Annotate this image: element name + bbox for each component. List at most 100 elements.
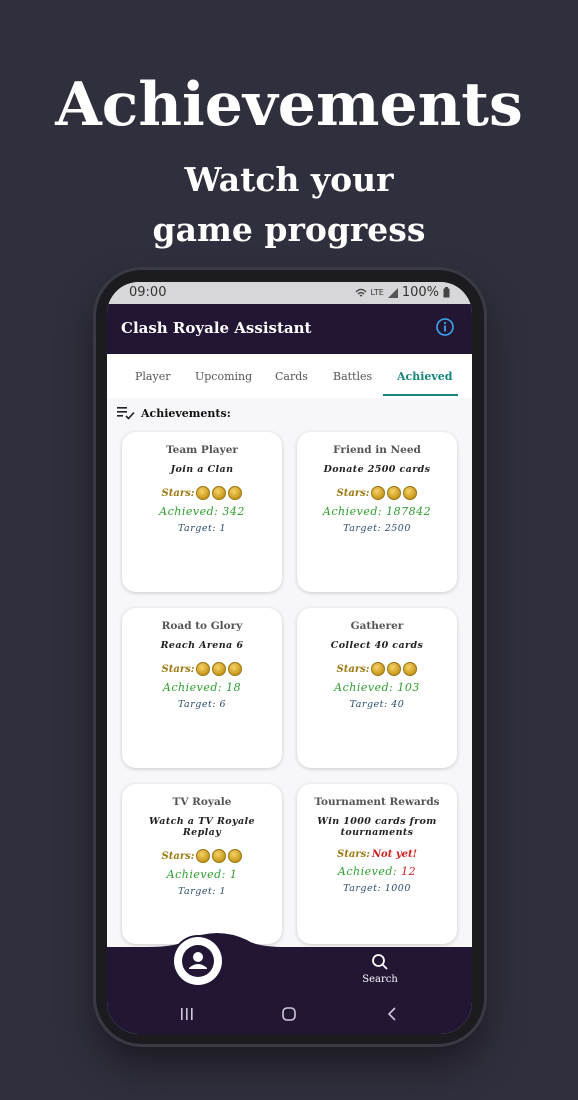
achieved-label: Achieved:	[337, 865, 398, 878]
achievement-target: Target: 2500	[297, 523, 457, 534]
medal-icon	[228, 849, 243, 863]
target-value: 2500	[384, 523, 411, 534]
profile-button[interactable]	[174, 937, 222, 985]
stars-label: Stars:	[161, 850, 195, 862]
info-icon[interactable]	[436, 318, 454, 336]
medal-icon	[212, 662, 227, 676]
stars-label: Stars:	[336, 487, 370, 499]
hero-subtitle-line1: Watch your	[184, 160, 394, 199]
achievement-name: Team Player	[166, 444, 238, 456]
achieved-value: 103	[397, 681, 420, 694]
achievement-target: Target: 1000	[297, 883, 457, 894]
stars-label: Stars:	[336, 849, 370, 860]
app-bar: Clash Royale Assistant	[107, 304, 472, 354]
target-value: 1	[219, 886, 227, 897]
achievement-stars: Stars:	[297, 486, 457, 500]
target-value: 1	[219, 523, 227, 534]
search-label: Search	[362, 974, 398, 985]
achievement-stars: Stars: Not yet!	[297, 849, 457, 860]
medal-icon	[228, 486, 243, 500]
status-time: 09:00	[129, 285, 167, 300]
medal-icon	[212, 486, 227, 500]
achievement-description: Reach Arena 6	[160, 640, 244, 651]
hero-title: Achievements	[55, 70, 523, 140]
achievement-name: Gatherer	[350, 620, 404, 632]
tab-bar: Player Upcoming Cards Battles Achieved	[107, 354, 472, 398]
achieved-value: 18	[226, 681, 242, 694]
achievement-stars: Stars:	[297, 662, 457, 676]
achieved-value: 187842	[386, 505, 432, 518]
stars-label: Stars:	[161, 487, 195, 499]
stars-value: Not yet!	[371, 849, 417, 860]
achievement-target: Target: 1	[122, 523, 282, 534]
target-value: 40	[391, 699, 405, 710]
achievement-description: Collect 40 cards	[330, 640, 424, 651]
achieved-value: 12	[401, 865, 417, 878]
achievement-card[interactable]: Tournament Rewards Win 1000 cards from t…	[297, 784, 457, 944]
achieved-label: Achieved:	[322, 505, 383, 518]
recents-icon[interactable]	[179, 1006, 195, 1022]
back-icon[interactable]	[385, 1006, 401, 1022]
achievement-card[interactable]: TV Royale Watch a TV Royale Replay Stars…	[122, 784, 282, 944]
achievement-card[interactable]: Friend in Need Donate 2500 cards Stars: …	[297, 432, 457, 592]
achievement-name: Road to Glory	[161, 620, 243, 632]
achievement-achieved: Achieved: 187842	[297, 505, 457, 518]
status-bar: 09:00 LTE 100%	[107, 282, 472, 304]
achievement-target: Target: 1	[122, 886, 282, 897]
signal-icon	[387, 287, 398, 298]
system-navigation	[107, 1000, 472, 1030]
achievement-stars: Stars:	[122, 662, 282, 676]
phone-screen: 09:00 LTE 100% Clash Royale Assistant Pl…	[107, 282, 472, 1034]
medal-icon	[212, 849, 227, 863]
tab-upcoming[interactable]: Upcoming	[195, 370, 252, 383]
achieved-label: Achieved:	[162, 681, 223, 694]
achievement-name: TV Royale	[172, 796, 232, 808]
hero-subtitle: Watch your game progress	[0, 155, 578, 255]
target-label: Target:	[349, 699, 388, 710]
tab-battles[interactable]: Battles	[333, 370, 372, 383]
achieved-value: 1	[229, 868, 238, 881]
bottom-nav-curve	[107, 933, 472, 970]
target-label: Target:	[343, 883, 382, 894]
stars-label: Stars:	[161, 663, 195, 675]
medal-icon	[371, 486, 386, 500]
network-label: LTE	[370, 288, 384, 297]
tab-achieved[interactable]: Achieved	[397, 370, 453, 383]
achievement-achieved: Achieved: 18	[122, 681, 282, 694]
medal-icon	[228, 662, 243, 676]
achievement-target: Target: 40	[297, 699, 457, 710]
battery-icon	[443, 287, 450, 298]
achievement-stars: Stars:	[122, 849, 282, 863]
person-icon	[182, 945, 214, 977]
achievement-target: Target: 6	[122, 699, 282, 710]
achievement-card[interactable]: Gatherer Collect 40 cards Stars: Achieve…	[297, 608, 457, 768]
target-label: Target:	[177, 699, 216, 710]
medal-icon	[403, 662, 418, 676]
achievement-description: Win 1000 cards from tournaments	[317, 816, 437, 838]
medal-icon	[196, 849, 211, 863]
status-right: LTE 100%	[355, 285, 450, 300]
medal-icon	[196, 662, 211, 676]
achievement-description: Join a Clan	[170, 464, 234, 475]
section-label: Achievements:	[141, 406, 231, 420]
search-nav-item[interactable]: Search	[360, 953, 400, 985]
active-tab-indicator	[383, 394, 458, 396]
achievement-achieved: Achieved: 1	[122, 868, 282, 881]
tab-cards[interactable]: Cards	[275, 370, 308, 383]
home-icon[interactable]	[281, 1006, 297, 1022]
tab-player[interactable]: Player	[135, 370, 170, 383]
achievement-achieved: Achieved: 103	[297, 681, 457, 694]
achievement-stars: Stars:	[122, 486, 282, 500]
target-label: Target:	[343, 523, 382, 534]
medal-icon	[196, 486, 211, 500]
achieved-value: 342	[222, 505, 245, 518]
achievement-card[interactable]: Road to Glory Reach Arena 6 Stars: Achie…	[122, 608, 282, 768]
app-title: Clash Royale Assistant	[121, 319, 312, 337]
hero-subtitle-line2: game progress	[152, 210, 426, 249]
achieved-label: Achieved:	[159, 505, 219, 518]
target-label: Target:	[177, 886, 216, 897]
battery-label: 100%	[401, 285, 439, 300]
achievement-card[interactable]: Team Player Join a Clan Stars: Achieved:…	[122, 432, 282, 592]
achieved-label: Achieved:	[334, 681, 394, 694]
achievement-name: Friend in Need	[333, 444, 421, 456]
